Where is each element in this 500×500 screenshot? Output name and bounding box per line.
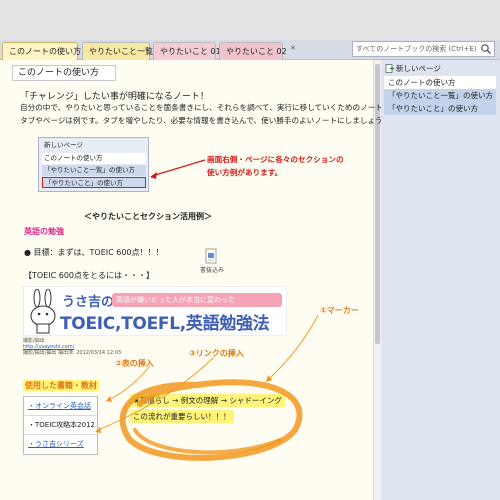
intro-text-1: 自分の中で、やりたいと思っていることを箇条書きにし、それらを調べて、実行に移して… <box>20 103 405 112</box>
table-row[interactable]: ・うさ吉シリーズ <box>24 435 97 454</box>
usakichi-banner-image[interactable]: うさ吉の 英語が嫌いだった人が本当に変わった TOEIC,TOEFL,英語勉強法 <box>23 286 287 336</box>
intro-text-2: タブやページは例です。タブを増やしたり、必要な情報を書き込んで、使い勝手のよいノ… <box>20 116 390 125</box>
highlighted-note[interactable]: ★耳慣らし → 例文の理解 → シャドーイング この流れが重要らしい！！！ <box>130 394 290 428</box>
highlight-line: ★耳慣らし → 例文の理解 → シャドーイング <box>130 394 285 407</box>
highlight-line: この流れが重要らしい！！！ <box>130 410 234 423</box>
link-label: ③リンクの挿入 <box>189 349 244 358</box>
page-item-todo-list-usage[interactable]: 「やりたいこと一覧」の使い方 <box>384 89 496 102</box>
tab-todo-01[interactable]: やりたいこと 01 <box>153 42 221 60</box>
section-example-title: ＜やりたいことセクション活用例＞ <box>84 212 212 221</box>
book-text: ・TOEIC攻略本2012 <box>28 421 95 429</box>
tab-todo-02[interactable]: やりたいこと 02 <box>219 42 287 60</box>
banner-title: うさ吉の <box>62 295 115 310</box>
goal-text: ● 目標：まずは、TOEIC 600点！！！ <box>24 248 164 257</box>
page-scrollbar[interactable] <box>373 60 381 500</box>
table-label: ②表の挿入 <box>115 359 154 368</box>
tab-how-to-use[interactable]: このノートの使い方 <box>2 42 81 60</box>
banner-tagline: 英語が嫌いだった人が本当に変わった <box>112 293 282 307</box>
page-list-screenshot: 新しいページ このノートの使い方 「やりたいこと一覧」の使い方 「やりたいこと」… <box>38 137 149 192</box>
mini-item: 「やりたいこと一覧」の使い方 <box>42 165 146 176</box>
mini-new-page: 新しいページ <box>44 141 83 149</box>
search-placeholder: すべてのノートブックの検索 (Ctrl+E) <box>356 45 477 53</box>
english-study-heading: 英語の勉強 <box>24 227 64 236</box>
page-list-panel <box>381 60 500 500</box>
page-item-how-to-use[interactable]: このノートの使い方 <box>384 76 496 89</box>
book-link[interactable]: ・オンライン英会話 <box>28 402 91 410</box>
new-page-button[interactable]: 新しいページ <box>384 62 496 75</box>
tab-todo-list[interactable]: やりたいこと一覧 <box>82 42 153 60</box>
add-section-button[interactable]: * <box>286 43 300 59</box>
attachment-icon[interactable] <box>204 248 218 264</box>
search-icon[interactable] <box>480 43 492 55</box>
table-row[interactable]: ・TOEIC攻略本2012 <box>24 416 97 435</box>
toeic-subheading: 【TOEIC 600点をとるには・・・】 <box>24 271 154 280</box>
intro-heading: 「チャレンジ」したい事が明確になるノート！ <box>20 92 209 102</box>
books-table[interactable]: ・オンライン英会話 ・TOEIC攻略本2012 ・うさ吉シリーズ <box>23 396 98 455</box>
attachment-label: 書抜込み <box>200 267 225 274</box>
banner-main-text: TOEIC,TOEFL,英語勉強法 <box>60 314 270 334</box>
book-link[interactable]: ・うさ吉シリーズ <box>28 440 84 448</box>
table-row[interactable]: ・オンライン英会話 <box>24 397 97 416</box>
source-info: 撮影/抽出 http://usayoshi.com/ 撮影/抽出/抽出 抽出済:… <box>23 338 122 356</box>
search-input[interactable]: すべてのノートブックの検索 (Ctrl+E) <box>352 41 495 57</box>
annotation-note: 画面右側・ページに各々のセクションの 使い方例があります。 <box>207 155 344 177</box>
rabbit-icon <box>30 289 56 334</box>
mini-item-highlighted: 「やりたいこと」の使い方 <box>42 177 146 188</box>
page-title[interactable]: このノートの使い方 <box>12 65 116 81</box>
new-page-icon <box>385 64 394 73</box>
mini-item: このノートの使い方 <box>42 153 146 164</box>
marker-label: ①マーカー <box>320 306 359 315</box>
books-heading: 使用した書籍・教材 <box>23 380 99 391</box>
page-item-todo-usage[interactable]: 「やりたいこと」の使い方 <box>384 102 496 115</box>
